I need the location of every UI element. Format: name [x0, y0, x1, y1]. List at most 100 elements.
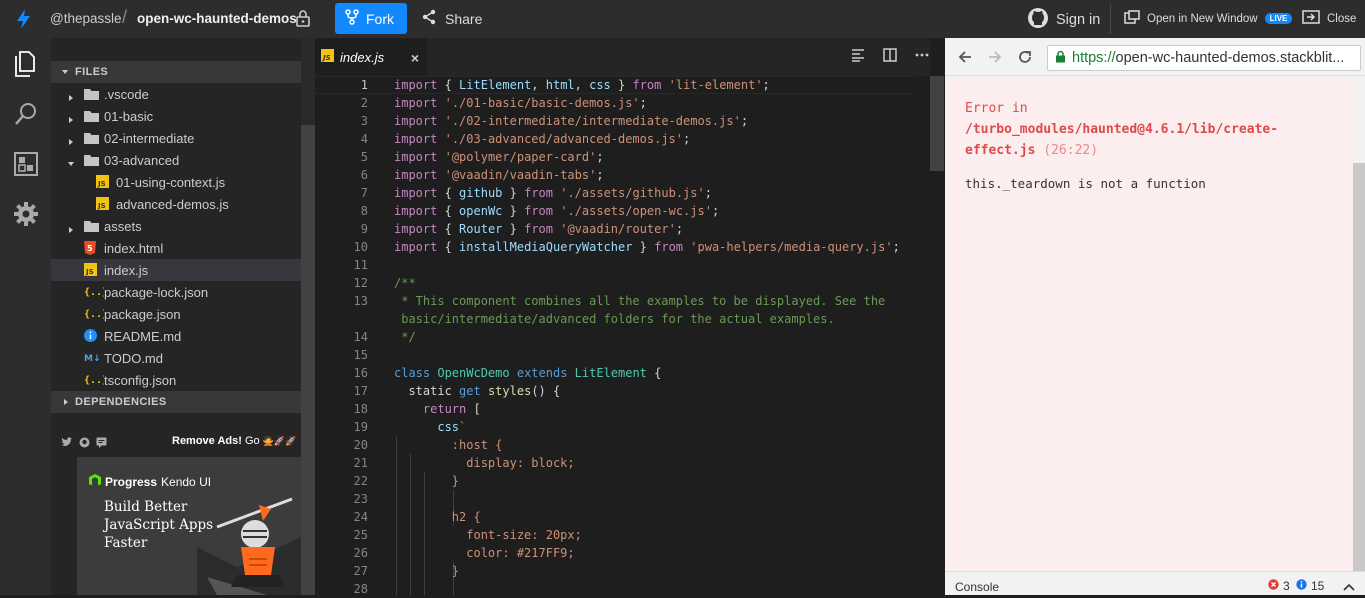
kendo-ui-ad[interactable]: Progress Kendo UI Build Better JavaScrip…: [77, 457, 301, 595]
back-arrow-icon[interactable]: [957, 49, 973, 70]
tab-index-js[interactable]: JS index.js ×: [315, 38, 427, 76]
code-line[interactable]: :host {: [394, 436, 503, 454]
project-title[interactable]: open-wc-haunted-demos: [137, 11, 297, 26]
file-tree-label: README.md: [104, 329, 182, 344]
chevron-up-icon[interactable]: [1343, 580, 1355, 594]
folder-icon: [84, 132, 99, 147]
code-line[interactable]: color: #217FF9;: [394, 544, 574, 562]
forward-arrow-icon[interactable]: [987, 49, 1003, 70]
file-tree-item[interactable]: M↓ TODO.md: [51, 347, 301, 369]
file-tree-label: package.json: [104, 307, 181, 322]
code-line[interactable]: import { installMediaQueryWatcher } from…: [394, 238, 900, 256]
code-line[interactable]: static get styles() {: [394, 382, 560, 400]
code-line[interactable]: import { Router } from '@vaadin/router';: [394, 220, 683, 238]
rocket-emoji-icon: 🙅🚀🚀: [262, 436, 297, 446]
more-options-icon[interactable]: [915, 48, 929, 67]
live-badge: LIVE: [1264, 13, 1293, 24]
markdown-file-icon: M↓: [84, 351, 102, 366]
line-number: 2: [360, 96, 368, 110]
info-count[interactable]: 15: [1296, 579, 1324, 593]
svg-text:JS: JS: [97, 180, 106, 188]
explorer-scrollbar-thumb[interactable]: [301, 125, 315, 595]
preview-scrollbar[interactable]: [1353, 163, 1365, 571]
code-line[interactable]: import '@vaadin/vaadin-tabs';: [394, 166, 604, 184]
caret-down-icon: [67, 156, 75, 171]
file-tree-item[interactable]: {..}package-lock.json: [51, 281, 301, 303]
files-icon[interactable]: [13, 51, 37, 82]
fork-button[interactable]: Fork: [335, 3, 407, 34]
search-icon[interactable]: [13, 101, 39, 132]
file-tree-item[interactable]: 5 index.html: [51, 237, 301, 259]
code-line[interactable]: */: [394, 328, 415, 346]
code-line[interactable]: import { github } from './assets/github.…: [394, 184, 712, 202]
file-tree-item[interactable]: JS index.js: [51, 259, 301, 281]
file-tree-item[interactable]: {..}tsconfig.json: [51, 369, 301, 391]
close-preview-button[interactable]: Close: [1302, 10, 1356, 27]
activity-bar: [0, 38, 51, 595]
console-bar[interactable]: Console 3 15: [945, 571, 1365, 595]
reload-icon[interactable]: [1017, 49, 1033, 70]
close-tab-icon[interactable]: ×: [411, 50, 419, 66]
code-line[interactable]: class OpenWcDemo extends LitElement {: [394, 364, 661, 382]
file-tree-item[interactable]: 02-intermediate: [51, 127, 301, 149]
code-line[interactable]: import { LitElement, html, css } from 'l…: [394, 76, 770, 94]
line-number: 1: [360, 78, 368, 92]
file-tree-item[interactable]: 03-advanced: [51, 149, 301, 171]
files-section-header[interactable]: FILES: [51, 61, 301, 83]
twitter-icon[interactable]: [61, 435, 73, 453]
chat-icon[interactable]: [96, 435, 107, 453]
code-line[interactable]: display: block;: [394, 454, 574, 472]
stackblitz-logo-icon[interactable]: [14, 8, 34, 33]
file-tree-item[interactable]: JS 01-using-context.js: [51, 171, 301, 193]
code-line[interactable]: basic/intermediate/advanced folders for …: [394, 310, 834, 328]
github-small-icon[interactable]: [79, 435, 90, 453]
topbar-divider: [1110, 4, 1111, 34]
file-tree-item[interactable]: README.md: [51, 325, 301, 347]
split-editor-icon[interactable]: [883, 48, 897, 67]
preview-url-bar[interactable]: https://open-wc-haunted-demos.stackblit.…: [1047, 45, 1361, 71]
code-line[interactable]: h2 {: [394, 508, 481, 526]
file-tree-item[interactable]: assets: [51, 215, 301, 237]
extensions-icon[interactable]: [13, 151, 39, 182]
file-tree-label: advanced-demos.js: [116, 197, 229, 212]
settings-gear-icon[interactable]: [13, 201, 39, 232]
format-icon[interactable]: [851, 48, 865, 67]
line-number: 28: [353, 582, 368, 596]
code-line[interactable]: import '@polymer/paper-card';: [394, 148, 604, 166]
code-line[interactable]: /**: [394, 274, 416, 292]
code-line[interactable]: * This component combines all the exampl…: [394, 292, 885, 310]
file-tree-item[interactable]: JS advanced-demos.js: [51, 193, 301, 215]
line-number: 18: [353, 402, 368, 416]
owner-link[interactable]: @thepassle: [50, 11, 122, 26]
preview-browser-bar: https://open-wc-haunted-demos.stackblit.…: [945, 38, 1365, 76]
close-label: Close: [1327, 12, 1357, 25]
code-line[interactable]: font-size: 20px;: [394, 526, 582, 544]
code-line[interactable]: css`: [394, 418, 466, 436]
editor-actions: [851, 48, 930, 67]
code-line[interactable]: return [: [394, 400, 481, 418]
folder-icon: [84, 154, 99, 169]
file-tree-label: TODO.md: [104, 351, 163, 366]
code-line[interactable]: }: [394, 472, 459, 490]
file-tree-item[interactable]: .vscode: [51, 83, 301, 105]
code-line[interactable]: import './02-intermediate/intermediate-d…: [394, 112, 748, 130]
error-path[interactable]: /turbo_modules/haunted@4.6.1/lib/create-…: [965, 122, 1278, 158]
code-line[interactable]: import { openWc } from './assets/open-wc…: [394, 202, 719, 220]
dependencies-section-header[interactable]: DEPENDENCIES: [51, 391, 301, 413]
file-tree-item[interactable]: 01-basic: [51, 105, 301, 127]
code-line[interactable]: import './01-basic/basic-demos.js';: [394, 94, 647, 112]
share-button[interactable]: Share: [421, 9, 482, 28]
sign-in-button[interactable]: Sign in: [1027, 7, 1100, 33]
file-tree-label: 02-intermediate: [104, 131, 195, 146]
svg-text:JS: JS: [321, 54, 331, 62]
editor-scrollbar-thumb[interactable]: [930, 76, 944, 171]
code-line[interactable]: }: [394, 562, 459, 580]
line-number: 17: [353, 384, 368, 398]
js-file-icon: JS: [84, 263, 97, 279]
open-new-window-button[interactable]: Open in New Window LIVE: [1124, 10, 1293, 27]
code-line[interactable]: import './03-advanced/advanced-demos.js'…: [394, 130, 690, 148]
lock-icon: [295, 9, 311, 30]
error-count[interactable]: 3: [1268, 579, 1290, 593]
remove-ads-link[interactable]: Remove Ads! Go 🙅🚀🚀: [172, 435, 296, 447]
file-tree-item[interactable]: {..}package.json: [51, 303, 301, 325]
